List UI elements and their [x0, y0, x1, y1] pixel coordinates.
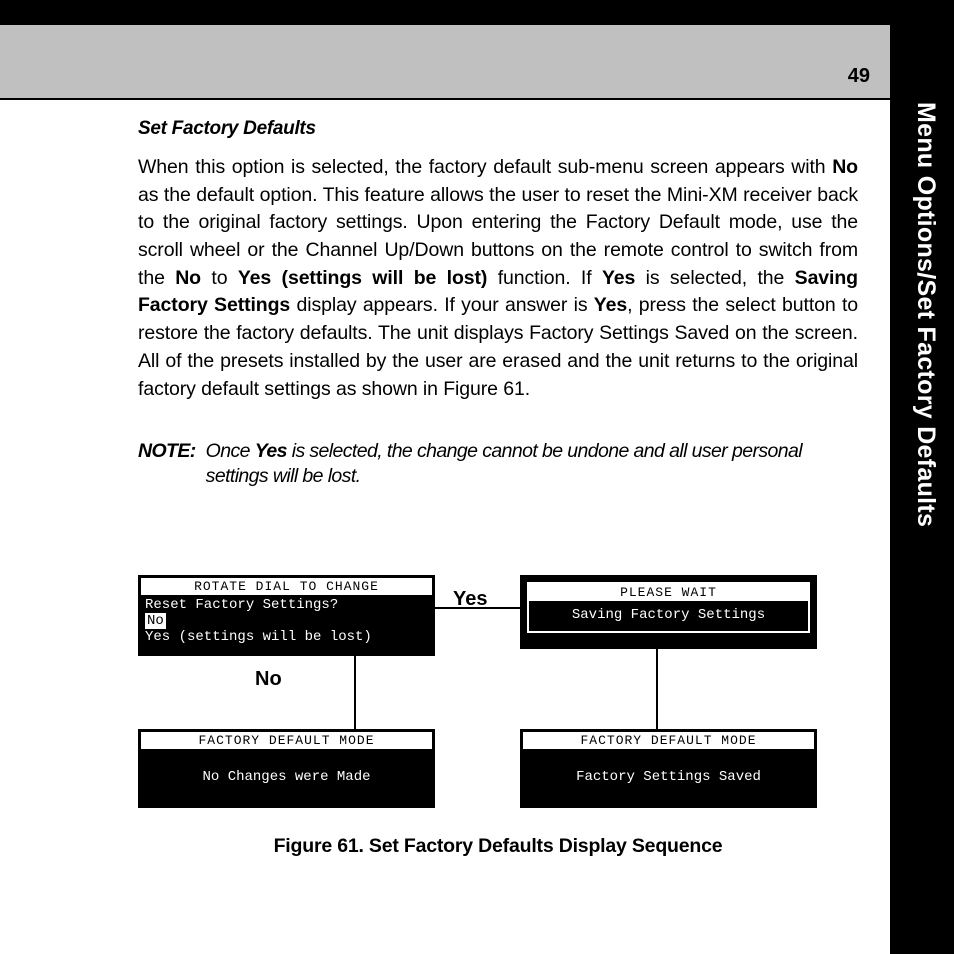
- connector-line: [354, 649, 356, 729]
- text-bold: No: [175, 267, 201, 289]
- lcd-line: Reset Factory Settings?: [145, 597, 428, 613]
- manual-page: 49 Menu Options/Set Factory Defaults Set…: [0, 0, 954, 954]
- text-run: When this option is selected, the factor…: [138, 156, 832, 178]
- page-number: 49: [848, 65, 870, 88]
- section-heading: Set Factory Defaults: [138, 118, 858, 140]
- section-tab-label: Menu Options/Set Factory Defaults: [911, 102, 940, 527]
- text-bold: Yes: [594, 294, 627, 316]
- lcd-body: Factory Settings Saved: [523, 749, 814, 805]
- note-label: NOTE:: [138, 439, 196, 488]
- lcd-screen-4: FACTORY DEFAULT MODE Factory Settings Sa…: [520, 729, 817, 808]
- text-bold: Yes: [255, 440, 287, 462]
- note-block: NOTE: Once Yes is selected, the change c…: [138, 439, 858, 488]
- lcd-inner: PLEASE WAIT Saving Factory Settings: [527, 582, 810, 633]
- lcd-line: No: [145, 613, 428, 629]
- section-tab: Menu Options/Set Factory Defaults: [890, 0, 954, 954]
- lcd-inner-title: PLEASE WAIT: [529, 584, 808, 601]
- lcd-title: ROTATE DIAL TO CHANGE: [141, 578, 432, 595]
- text-run: is selected, the change cannot be undone…: [287, 440, 802, 462]
- note-text: Once Yes is selected, the change cannot …: [206, 439, 858, 488]
- lcd-screen-3: FACTORY DEFAULT MODE No Changes were Mad…: [138, 729, 435, 808]
- lcd-body: No Changes were Made: [141, 749, 432, 805]
- text-run: to: [201, 267, 238, 289]
- text-run: Once: [206, 440, 255, 462]
- figure-caption: Figure 61. Set Factory Defaults Display …: [138, 835, 858, 858]
- figure-diagram: ROTATE DIAL TO CHANGE Reset Factory Sett…: [138, 575, 858, 875]
- flow-label-yes: Yes: [453, 588, 487, 611]
- lcd-screen-1: ROTATE DIAL TO CHANGE Reset Factory Sett…: [138, 575, 435, 656]
- body-content: Set Factory Defaults When this option is…: [138, 118, 858, 488]
- top-grey-banner: 49: [0, 25, 890, 100]
- lcd-title: FACTORY DEFAULT MODE: [523, 732, 814, 749]
- text-run: function. If: [487, 267, 602, 289]
- text-bold: No: [832, 156, 858, 178]
- body-paragraph: When this option is selected, the factor…: [138, 154, 858, 403]
- connector-line: [656, 649, 658, 729]
- lcd-body: Reset Factory Settings? No Yes (settings…: [141, 595, 432, 653]
- text-bold: Yes: [602, 267, 635, 289]
- text-run: is selected, the: [635, 267, 794, 289]
- text-run: display appears. If your answer is: [290, 294, 594, 316]
- lcd-line: Yes (settings will be lost): [145, 629, 428, 645]
- text-bold: Yes (settings will be lost): [238, 267, 487, 289]
- lcd-selected-option: No: [145, 613, 166, 629]
- top-black-bar: [0, 0, 890, 25]
- note-line-2: settings will be lost.: [206, 464, 858, 488]
- flow-label-no: No: [255, 668, 282, 691]
- lcd-screen-2: PLEASE WAIT Saving Factory Settings: [520, 575, 817, 649]
- lcd-title: FACTORY DEFAULT MODE: [141, 732, 432, 749]
- lcd-inner-body: Saving Factory Settings: [529, 601, 808, 631]
